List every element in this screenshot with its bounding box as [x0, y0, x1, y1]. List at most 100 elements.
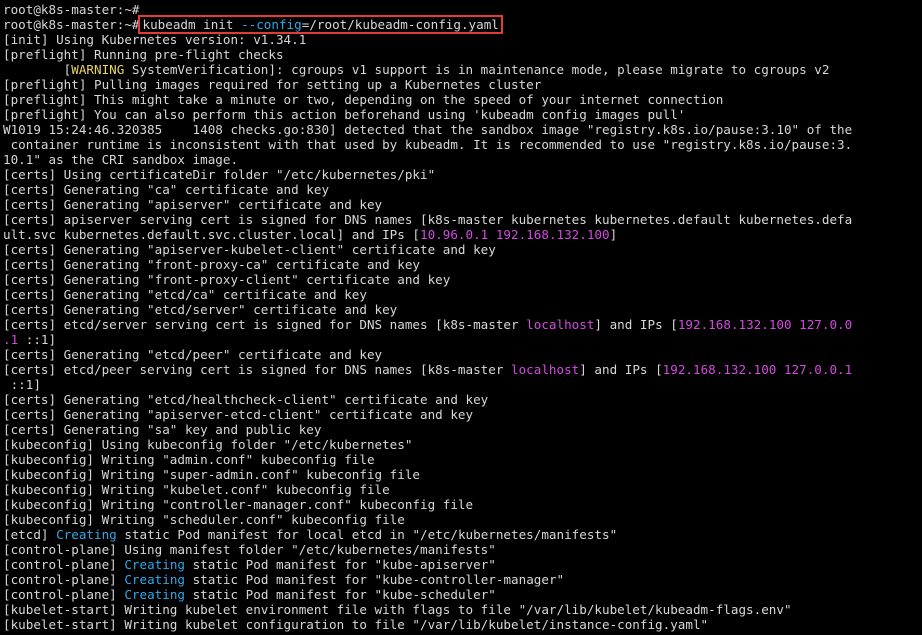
- output-text: [preflight] You can also perform this ac…: [3, 107, 686, 122]
- terminal-line: [certs] Generating "etcd/ca" certificate…: [3, 287, 919, 302]
- terminal-line: [WARNING SystemVerification]: cgroups v1…: [3, 62, 919, 77]
- output-text: [kubeconfig] Using kubeconfig folder "/e…: [3, 437, 413, 452]
- terminal-line: [certs] Generating "front-proxy-client" …: [3, 272, 919, 287]
- creating-keyword: Creating: [124, 572, 185, 587]
- output-text: [certs] Generating "apiserver-kubelet-cl…: [3, 242, 496, 257]
- output-text: [control-plane]: [3, 557, 125, 572]
- output-text: [certs] Generating "apiserver" certifica…: [3, 197, 383, 212]
- terminal-line: [kubeconfig] Using kubeconfig folder "/e…: [3, 437, 919, 452]
- terminal-line: [preflight] Pulling images required for …: [3, 77, 919, 92]
- terminal-line: ult.svc kubernetes.default.svc.cluster.l…: [3, 227, 919, 242]
- output-text: [certs] Generating "etcd/peer" certifica…: [3, 347, 383, 362]
- output-text: [kubelet-start] Writing kubelet configur…: [3, 617, 709, 632]
- terminal-line: [certs] Generating "etcd/peer" certifica…: [3, 347, 919, 362]
- terminal-line: [control-plane] Creating static Pod mani…: [3, 587, 919, 602]
- terminal-line: [init] Using Kubernetes version: v1.34.1: [3, 32, 919, 47]
- terminal-line: [kubeconfig] Writing "super-admin.conf" …: [3, 467, 919, 482]
- shell-prompt: root@k8s-master:~#: [3, 17, 140, 32]
- terminal-line: [kubelet-start] Writing kubelet environm…: [3, 602, 919, 617]
- terminal-line: [certs] Using certificateDir folder "/et…: [3, 167, 919, 182]
- warning-tag: WARNING: [71, 62, 125, 77]
- terminal-line: [certs] etcd/peer serving cert is signed…: [3, 362, 919, 377]
- creating-keyword: Creating: [124, 587, 185, 602]
- output-text: [certs] Generating "sa" key and public k…: [3, 422, 322, 437]
- output-text: [preflight] Running pre-flight checks: [3, 47, 284, 62]
- terminal-line: [preflight] You can also perform this ac…: [3, 107, 919, 122]
- terminal-line: [kubeconfig] Writing "admin.conf" kubeco…: [3, 452, 919, 467]
- terminal-line: [certs] Generating "apiserver" certifica…: [3, 197, 919, 212]
- output-text: [kubelet-start] Writing kubelet environm…: [3, 602, 792, 617]
- creating-keyword: Creating: [124, 557, 185, 572]
- output-text: static Pod manifest for "kube-scheduler": [185, 587, 496, 602]
- output-text: [certs] Generating "etcd/ca" certificate…: [3, 287, 367, 302]
- output-text: kubeadm init: [142, 17, 242, 32]
- output-text: [kubeconfig] Writing "super-admin.conf" …: [3, 467, 421, 482]
- terminal-line: [certs] Generating "etcd/healthcheck-cli…: [3, 392, 919, 407]
- output-text: [certs] Generating "apiserver-etcd-clien…: [3, 407, 474, 422]
- terminal-line: [preflight] This might take a minute or …: [3, 92, 919, 107]
- output-text: [certs] Generating "etcd/healthcheck-cli…: [3, 392, 489, 407]
- address-text: 192.168.132.100 127.0.0: [677, 317, 853, 332]
- output-text: ] and IPs [: [594, 317, 678, 332]
- output-text: root@k8s-master:~#: [3, 2, 148, 17]
- output-text: W1019 15:24:46.320385 1408 checks.go:830…: [3, 122, 853, 137]
- output-text: [certs] Using certificateDir folder "/et…: [3, 167, 436, 182]
- output-text: [certs] etcd/peer serving cert is signed…: [3, 362, 511, 377]
- output-text: [control-plane] Using manifest folder "/…: [3, 542, 496, 557]
- address-text: 10.96.0.1 192.168.132.100: [420, 227, 610, 242]
- highlighted-command: kubeadm init --config=/root/kubeadm-conf…: [138, 15, 503, 34]
- terminal-line: [preflight] Running pre-flight checks: [3, 47, 919, 62]
- terminal-line: [certs] Generating "etcd/server" certifi…: [3, 302, 919, 317]
- output-text: [control-plane]: [3, 587, 125, 602]
- terminal-line: .1 ::1]: [3, 332, 919, 347]
- terminal-line: [certs] Generating "apiserver-etcd-clien…: [3, 407, 919, 422]
- terminal-line: container runtime is inconsistent with t…: [3, 137, 919, 152]
- output-text: [preflight] Pulling images required for …: [3, 77, 542, 92]
- terminal-line: [etcd] Creating static Pod manifest for …: [3, 527, 919, 542]
- output-text: static Pod manifest for "kube-controller…: [185, 572, 565, 587]
- output-text: [: [3, 62, 72, 77]
- terminal-line: root@k8s-master:~# kubeadm init --config=…: [3, 15, 919, 34]
- terminal-line: [kubeconfig] Writing "scheduler.conf" ku…: [3, 512, 919, 527]
- terminal-line: [certs] etcd/server serving cert is sign…: [3, 317, 919, 332]
- output-text: [certs] Generating "etcd/server" certifi…: [3, 302, 398, 317]
- terminal-line: [kubeconfig] Writing "controller-manager…: [3, 497, 919, 512]
- address-text: localhost: [511, 362, 580, 377]
- terminal-line: [certs] Generating "sa" key and public k…: [3, 422, 919, 437]
- creating-keyword: Creating: [56, 527, 117, 542]
- terminal-line: [control-plane] Creating static Pod mani…: [3, 572, 919, 587]
- output-text: [certs] Generating "front-proxy-client" …: [3, 272, 451, 287]
- output-text: ::1]: [3, 377, 41, 392]
- output-text: =/root/kubeadm-config.yaml: [301, 17, 499, 32]
- terminal-line: [certs] Generating "apiserver-kubelet-cl…: [3, 242, 919, 257]
- output-text: ::1]: [18, 332, 57, 347]
- terminal-line: ::1]: [3, 377, 919, 392]
- terminal-line: [kubelet-start] Writing kubelet configur…: [3, 617, 919, 632]
- output-text: static Pod manifest for local etcd in "/…: [116, 527, 618, 542]
- terminal-line: [certs] Generating "ca" certificate and …: [3, 182, 919, 197]
- terminal-line: [certs] Generating "front-proxy-ca" cert…: [3, 257, 919, 272]
- output-text: ] and IPs [: [579, 362, 663, 377]
- output-text: [certs] Generating "front-proxy-ca" cert…: [3, 257, 421, 272]
- output-text: [kubeconfig] Writing "admin.conf" kubeco…: [3, 452, 375, 467]
- output-text: [kubeconfig] Writing "scheduler.conf" ku…: [3, 512, 405, 527]
- output-text: [init] Using Kubernetes version: v1.34.1: [3, 32, 307, 47]
- address-text: localhost: [526, 317, 595, 332]
- output-text: [certs] Generating "ca" certificate and …: [3, 182, 330, 197]
- terminal-output[interactable]: root@k8s-master:~# root@k8s-master:~# kub…: [3, 2, 919, 635]
- output-text: container runtime is inconsistent with t…: [3, 137, 853, 152]
- output-text: [etcd]: [3, 527, 57, 542]
- terminal-line: W1019 15:24:46.320385 1408 checks.go:830…: [3, 122, 919, 137]
- terminal-line: [control-plane] Using manifest folder "/…: [3, 542, 919, 557]
- output-text: [certs] etcd/server serving cert is sign…: [3, 317, 527, 332]
- output-text: [kubeconfig] Writing "controller-manager…: [3, 497, 474, 512]
- address-text: 192.168.132.100 127.0.0.1: [662, 362, 853, 377]
- output-text: [control-plane]: [3, 572, 125, 587]
- terminal-line: [control-plane] Creating static Pod mani…: [3, 557, 919, 572]
- output-text: [preflight] This might take a minute or …: [3, 92, 724, 107]
- address-text: .1: [3, 332, 19, 347]
- terminal-line: [kubeconfig] Writing "kubelet.conf" kube…: [3, 482, 919, 497]
- output-text: ult.svc kubernetes.default.svc.cluster.l…: [3, 227, 421, 242]
- terminal-line: root@k8s-master:~#: [3, 2, 919, 17]
- output-text: [kubeconfig] Writing "kubelet.conf" kube…: [3, 482, 390, 497]
